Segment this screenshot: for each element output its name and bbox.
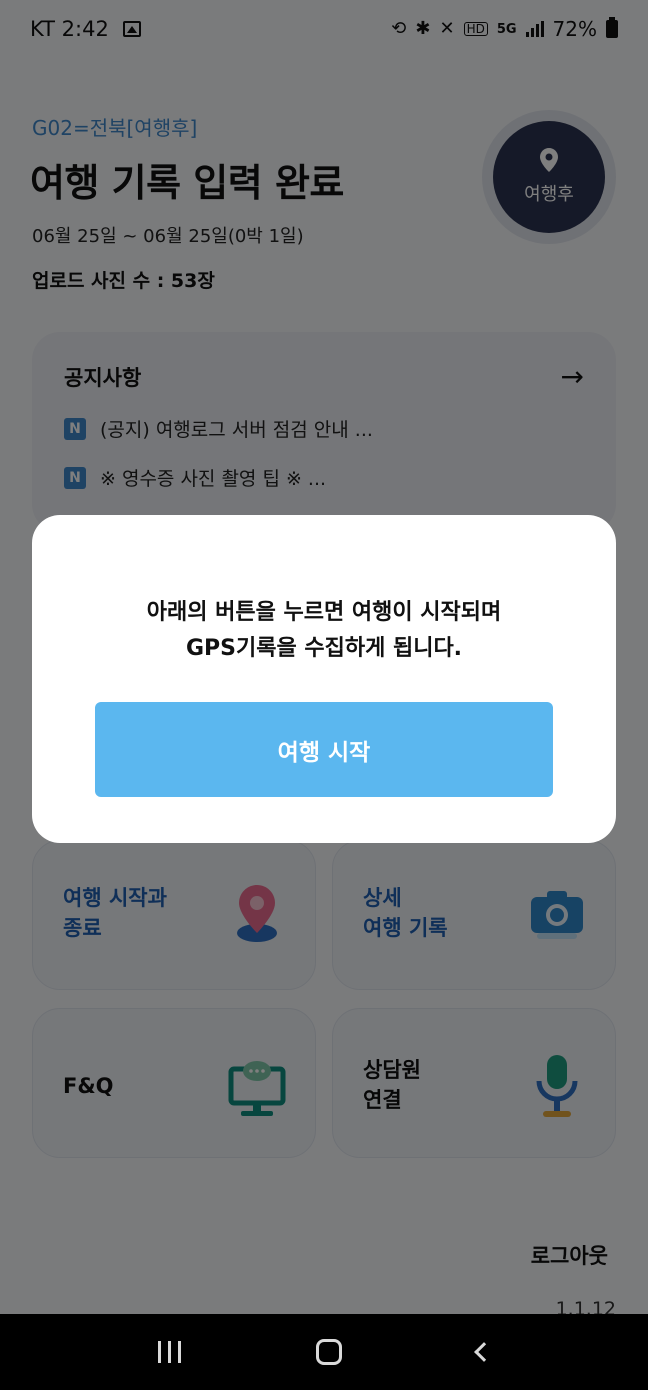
- system-nav-bar: [0, 1314, 648, 1390]
- trip-start-dialog: 아래의 버튼을 누르면 여행이 시작되며 GPS기록을 수집하게 됩니다. 여행…: [32, 515, 616, 843]
- dialog-message-line1: 아래의 버튼을 누르면 여행이 시작되며: [146, 600, 502, 625]
- recent-apps-icon[interactable]: [157, 1341, 181, 1363]
- home-icon[interactable]: [315, 1339, 342, 1365]
- dialog-message-line2: GPS기록을 수집하게 됩니다.: [185, 636, 463, 661]
- back-icon[interactable]: [473, 1342, 494, 1362]
- start-trip-button[interactable]: 여행 시작: [95, 702, 553, 797]
